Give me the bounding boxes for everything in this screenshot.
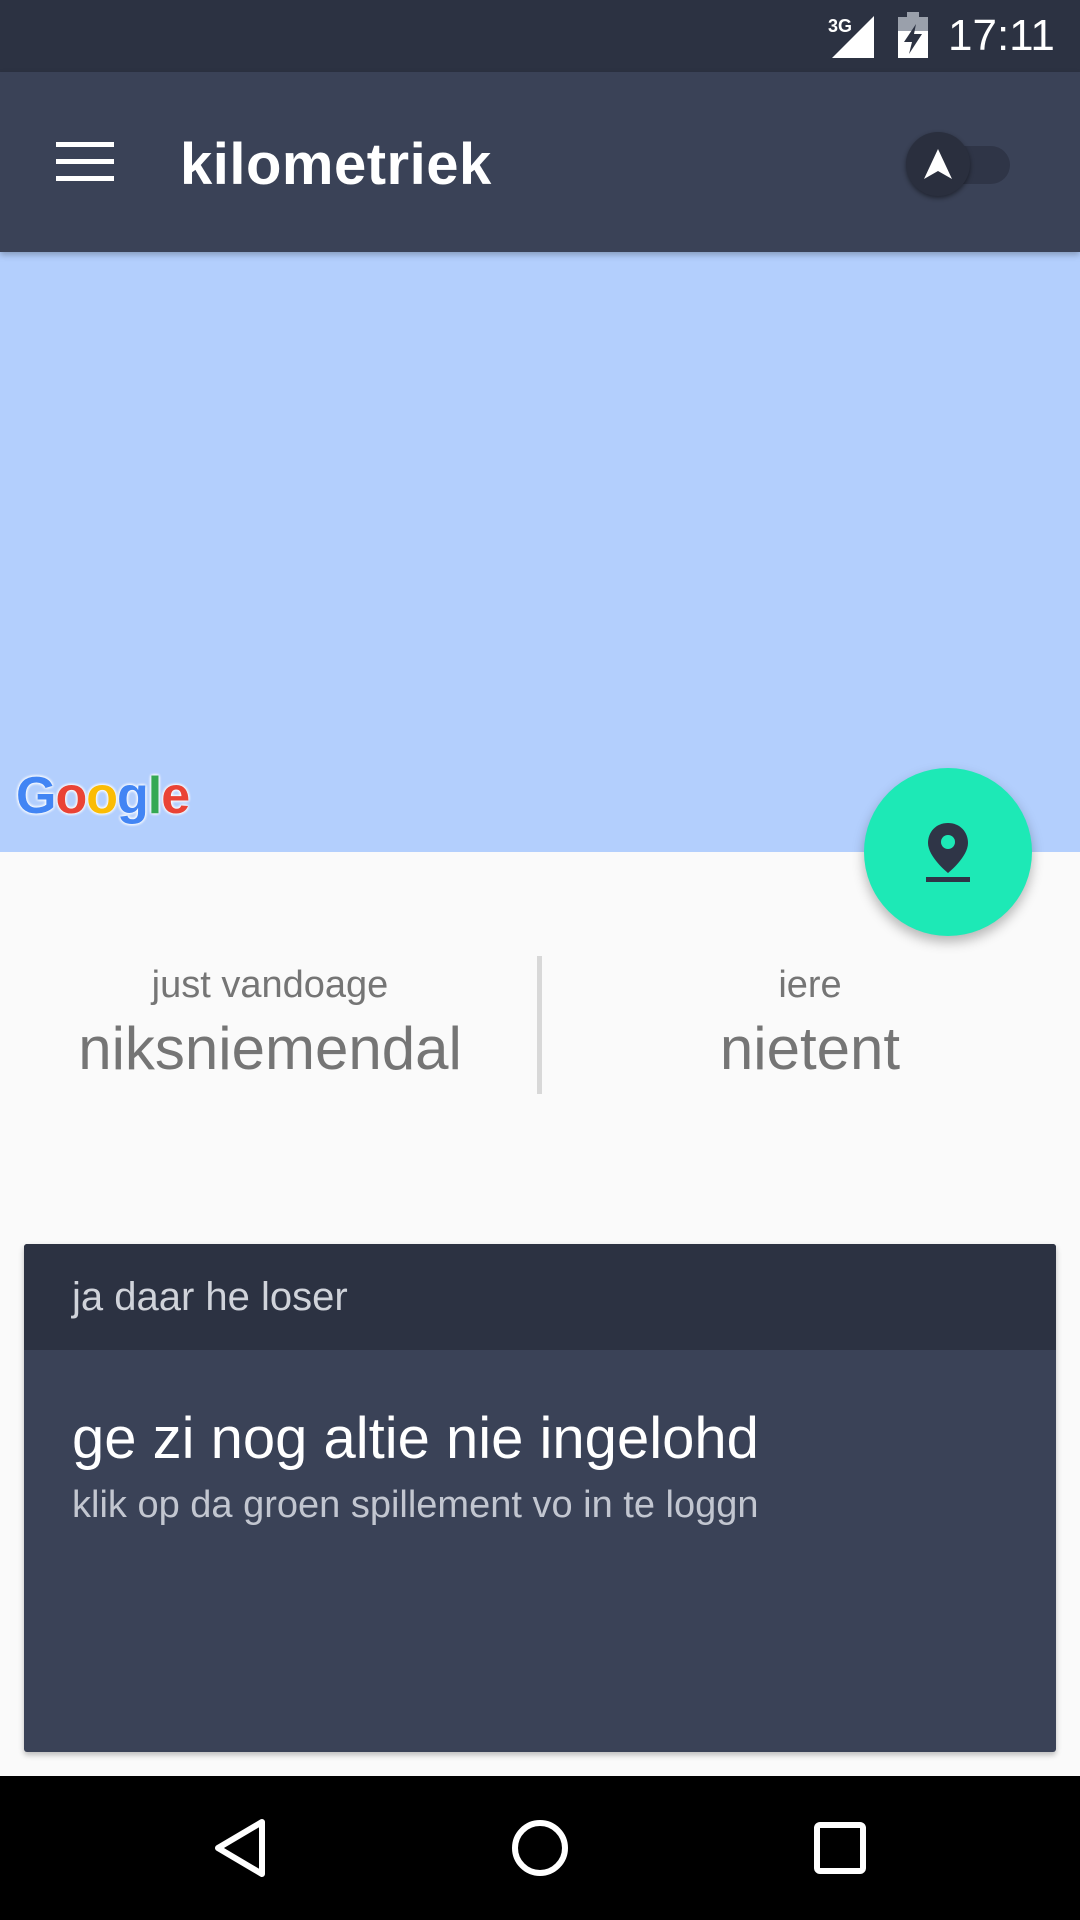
recents-button[interactable] [804,1812,876,1884]
navigation-arrow-icon [924,149,952,179]
menu-button[interactable] [40,122,130,202]
stats-panel: just vandoage niksniemendal iere nietent [0,940,1080,1120]
home-button[interactable] [504,1812,576,1884]
google-logo: Google [16,767,190,825]
app-screen: 3G 17:11 kilometriek Google just vandoag… [0,0,1080,1920]
stat-yesterday: iere nietent [540,962,1080,1086]
location-pin-icon [926,823,970,882]
battery-charging-icon [898,12,928,58]
toggle-thumb [906,132,970,196]
stat-yesterday-label: iere [778,964,842,1006]
home-icon [512,1820,568,1876]
login-status-card: ja daar he loser ge zi nog altie nie ing… [24,1244,1056,1752]
cell-signal-icon: 3G [828,16,874,58]
stat-today-value: niksniemendal [78,1015,462,1082]
card-header: ja daar he loser [24,1244,1056,1350]
system-navigation-bar [0,1776,1080,1920]
status-clock: 17:11 [948,11,1055,60]
stat-yesterday-value: nietent [719,1015,901,1082]
stat-today-label: just vandoage [151,964,389,1006]
recents-icon [814,1822,866,1874]
hamburger-menu-icon [56,142,114,181]
stat-today: just vandoage niksniemendal [0,962,540,1086]
card-title: ge zi nog altie nie ingelohd [72,1406,759,1471]
app-toolbar: kilometriek [0,72,1080,252]
card-subtitle: klik op da groen spillement vo in te log… [72,1484,759,1526]
network-type: 3G [828,16,852,36]
map-view[interactable]: Google [0,252,1080,852]
back-button[interactable] [204,1812,276,1884]
navigation-toggle[interactable] [898,124,1018,204]
back-icon [215,1819,265,1877]
location-fab-button[interactable] [864,768,1032,936]
app-title: kilometriek [180,132,492,197]
status-bar: 3G 17:11 [0,0,1080,72]
